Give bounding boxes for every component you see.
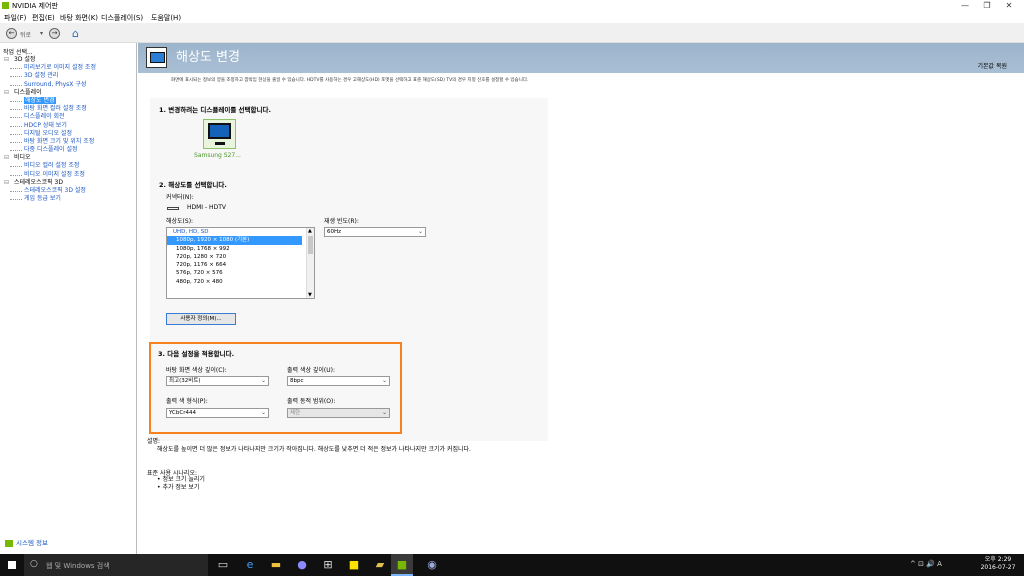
tree-item[interactable]: 3D 설정 관리 xyxy=(0,72,135,80)
task-tree: 3D 설정 미리보기로 이미지 설정 조정 3D 설정 관리 Surround,… xyxy=(0,56,135,203)
monitor-icon[interactable] xyxy=(203,119,236,149)
task-view-icon[interactable]: ▭ xyxy=(215,557,231,573)
system-tray[interactable]: ^ ⊡ 🔊 A xyxy=(910,560,942,568)
search-placeholder: 웹 및 Windows 검색 xyxy=(46,562,110,570)
tree-category-display[interactable]: 디스플레이 xyxy=(0,89,135,97)
explanation-text: 해상도를 높이면 더 많은 정보가 나타나지만 크기가 작아집니다. 해상도를 … xyxy=(157,446,471,453)
page-title: 해상도 변경 xyxy=(176,50,240,65)
title-bar: NVIDIA 제어판 — ❐ ✕ xyxy=(0,0,1024,11)
menu-desktop[interactable]: 바탕 화면(K) xyxy=(60,13,98,23)
close-button[interactable]: ✕ xyxy=(998,0,1020,11)
nvidia-logo-icon xyxy=(2,2,9,9)
start-button[interactable] xyxy=(0,554,24,576)
window-title: NVIDIA 제어판 xyxy=(12,2,58,10)
resolution-option[interactable]: 720p, 1176 × 664 xyxy=(167,261,314,269)
kakaotalk-icon[interactable]: ■ xyxy=(346,557,362,573)
system-info-icon xyxy=(5,539,13,547)
resolution-option[interactable]: 720p, 1280 × 720 xyxy=(167,253,314,261)
resolution-option[interactable]: 1080p, 1768 × 992 xyxy=(167,245,314,253)
connector-value: HDMI - HDTV xyxy=(187,204,226,211)
page-description: 화면에 표시되는 정보의 양을 조정하고 깜박임 현상을 줄일 수 있습니다. … xyxy=(171,78,529,83)
menu-bar: 파일(F) 편집(E) 바탕 화면(K) 디스플레이(S) 도움말(H) xyxy=(0,11,1024,23)
back-arrow-icon[interactable]: ← xyxy=(6,28,17,39)
tree-item[interactable]: 비디오 이미지 설정 조정 xyxy=(0,171,135,179)
highlight-box xyxy=(149,342,402,434)
tree-category-stereo3d[interactable]: 스테레오스코픽 3D xyxy=(0,179,135,187)
menu-display[interactable]: 디스플레이(S) xyxy=(101,13,143,23)
tree-item[interactable]: 게임 등급 보기 xyxy=(0,195,135,203)
scenario-item: • 정보 크기 늘리기 xyxy=(157,476,205,483)
customize-button[interactable]: 사용자 정의(M)... xyxy=(166,313,236,325)
app-icon[interactable]: ● xyxy=(294,557,310,573)
back-label[interactable]: 뒤로 xyxy=(20,30,31,39)
scenarios-list: • 정보 크기 늘리기 • 추가 정보 보기 xyxy=(157,476,205,492)
folder-icon[interactable]: ▰ xyxy=(372,557,388,573)
tree-item[interactable]: HDCP 상태 보기 xyxy=(0,122,135,130)
scenario-item: • 추가 정보 보기 xyxy=(157,484,200,491)
menu-file[interactable]: 파일(F) xyxy=(4,13,26,23)
file-explorer-icon[interactable]: ▬ xyxy=(268,557,284,573)
monitor-label: Samsung S27... xyxy=(194,152,241,159)
store-icon[interactable]: ⊞ xyxy=(320,557,336,573)
forward-arrow-icon[interactable]: → xyxy=(49,28,60,39)
clock[interactable]: 오후 2:29 2016-07-27 xyxy=(978,556,1018,572)
taskbar-search[interactable]: ○ 웹 및 Windows 검색 xyxy=(24,554,208,576)
restore-defaults-link[interactable]: 기본값 복원 xyxy=(977,61,1007,70)
tree-item[interactable]: 미리보기로 이미지 설정 조정 xyxy=(0,64,135,72)
resolution-icon xyxy=(146,47,167,68)
menu-edit[interactable]: 편집(E) xyxy=(32,13,55,23)
home-icon[interactable]: ⌂ xyxy=(72,27,85,40)
taskbar: ○ 웹 및 Windows 검색 ▭ e ▬ ● ⊞ ■ ▰ ■ ◉ ^ ⊡ 🔊… xyxy=(0,554,1024,576)
nvidia-taskbar-button[interactable]: ■ xyxy=(391,554,413,576)
tree-item[interactable]: 디지털 오디오 설정 xyxy=(0,130,135,138)
task-sidebar: 작업 선택... 3D 설정 미리보기로 이미지 설정 조정 3D 설정 관리 … xyxy=(0,43,137,554)
chevron-down-icon[interactable]: ▾ xyxy=(40,30,43,37)
connector-label: 커넥터(N): xyxy=(166,194,194,201)
tree-category-3d[interactable]: 3D 설정 xyxy=(0,56,135,64)
tree-item[interactable]: 스테레오스코픽 3D 설정 xyxy=(0,187,135,195)
refresh-rate-select[interactable]: 60Hz ⌄ xyxy=(324,227,426,237)
menu-help[interactable]: 도움말(H) xyxy=(151,13,181,23)
resolution-label: 해상도(S): xyxy=(166,218,194,225)
tree-item[interactable]: 디스플레이 회전 xyxy=(0,113,135,121)
windows-logo-icon xyxy=(8,561,16,569)
microphone-icon: ○ xyxy=(30,559,38,569)
app-icon[interactable]: ◉ xyxy=(424,557,440,573)
page-header: 해상도 변경 기본값 복원 xyxy=(138,43,1024,73)
tree-item[interactable]: 바탕 화면 컬러 설정 조정 xyxy=(0,105,135,113)
maximize-button[interactable]: ❐ xyxy=(976,0,998,11)
task-label: 작업 선택... xyxy=(3,49,33,56)
hdmi-icon xyxy=(167,207,179,210)
minimize-button[interactable]: — xyxy=(954,0,976,11)
toolbar: ← 뒤로 ▾ → ⌂ xyxy=(0,23,1024,43)
tree-item[interactable]: 비디오 컬러 설정 조정 xyxy=(0,162,135,170)
tree-item[interactable]: Surround, PhysX 구성 xyxy=(0,81,135,89)
tree-item[interactable]: 바탕 화면 크기 및 위치 조정 xyxy=(0,138,135,146)
main-content: 해상도 변경 기본값 복원 화면에 표시되는 정보의 양을 조정하고 깜박임 현… xyxy=(138,43,1024,554)
resolution-scrollbar[interactable]: ▲ ▼ xyxy=(306,228,314,298)
refresh-rate-label: 재생 빈도(R): xyxy=(324,218,359,225)
section-1-heading: 1. 변경하려는 디스플레이를 선택합니다. xyxy=(159,106,271,114)
resolution-list[interactable]: UHD, HD, SD 1080p, 1920 × 1080 (기본) 1080… xyxy=(166,227,315,299)
clock-time: 오후 2:29 xyxy=(984,556,1012,563)
edge-icon[interactable]: e xyxy=(242,557,258,573)
system-info-link[interactable]: 시스템 정보 xyxy=(5,537,48,547)
resolution-option[interactable]: 480p, 720 × 480 xyxy=(167,278,314,286)
section-2-heading: 2. 해상도를 선택합니다. xyxy=(159,181,227,189)
resolution-option[interactable]: 1080p, 1920 × 1080 (기본) xyxy=(167,236,302,245)
tree-item-change-resolution[interactable]: 해상도 변경 xyxy=(0,96,135,105)
clock-date: 2016-07-27 xyxy=(980,564,1016,571)
nvidia-icon: ■ xyxy=(396,558,408,571)
resolution-option[interactable]: 576p, 720 × 576 xyxy=(167,269,314,277)
resolution-group: UHD, HD, SD xyxy=(173,229,209,235)
